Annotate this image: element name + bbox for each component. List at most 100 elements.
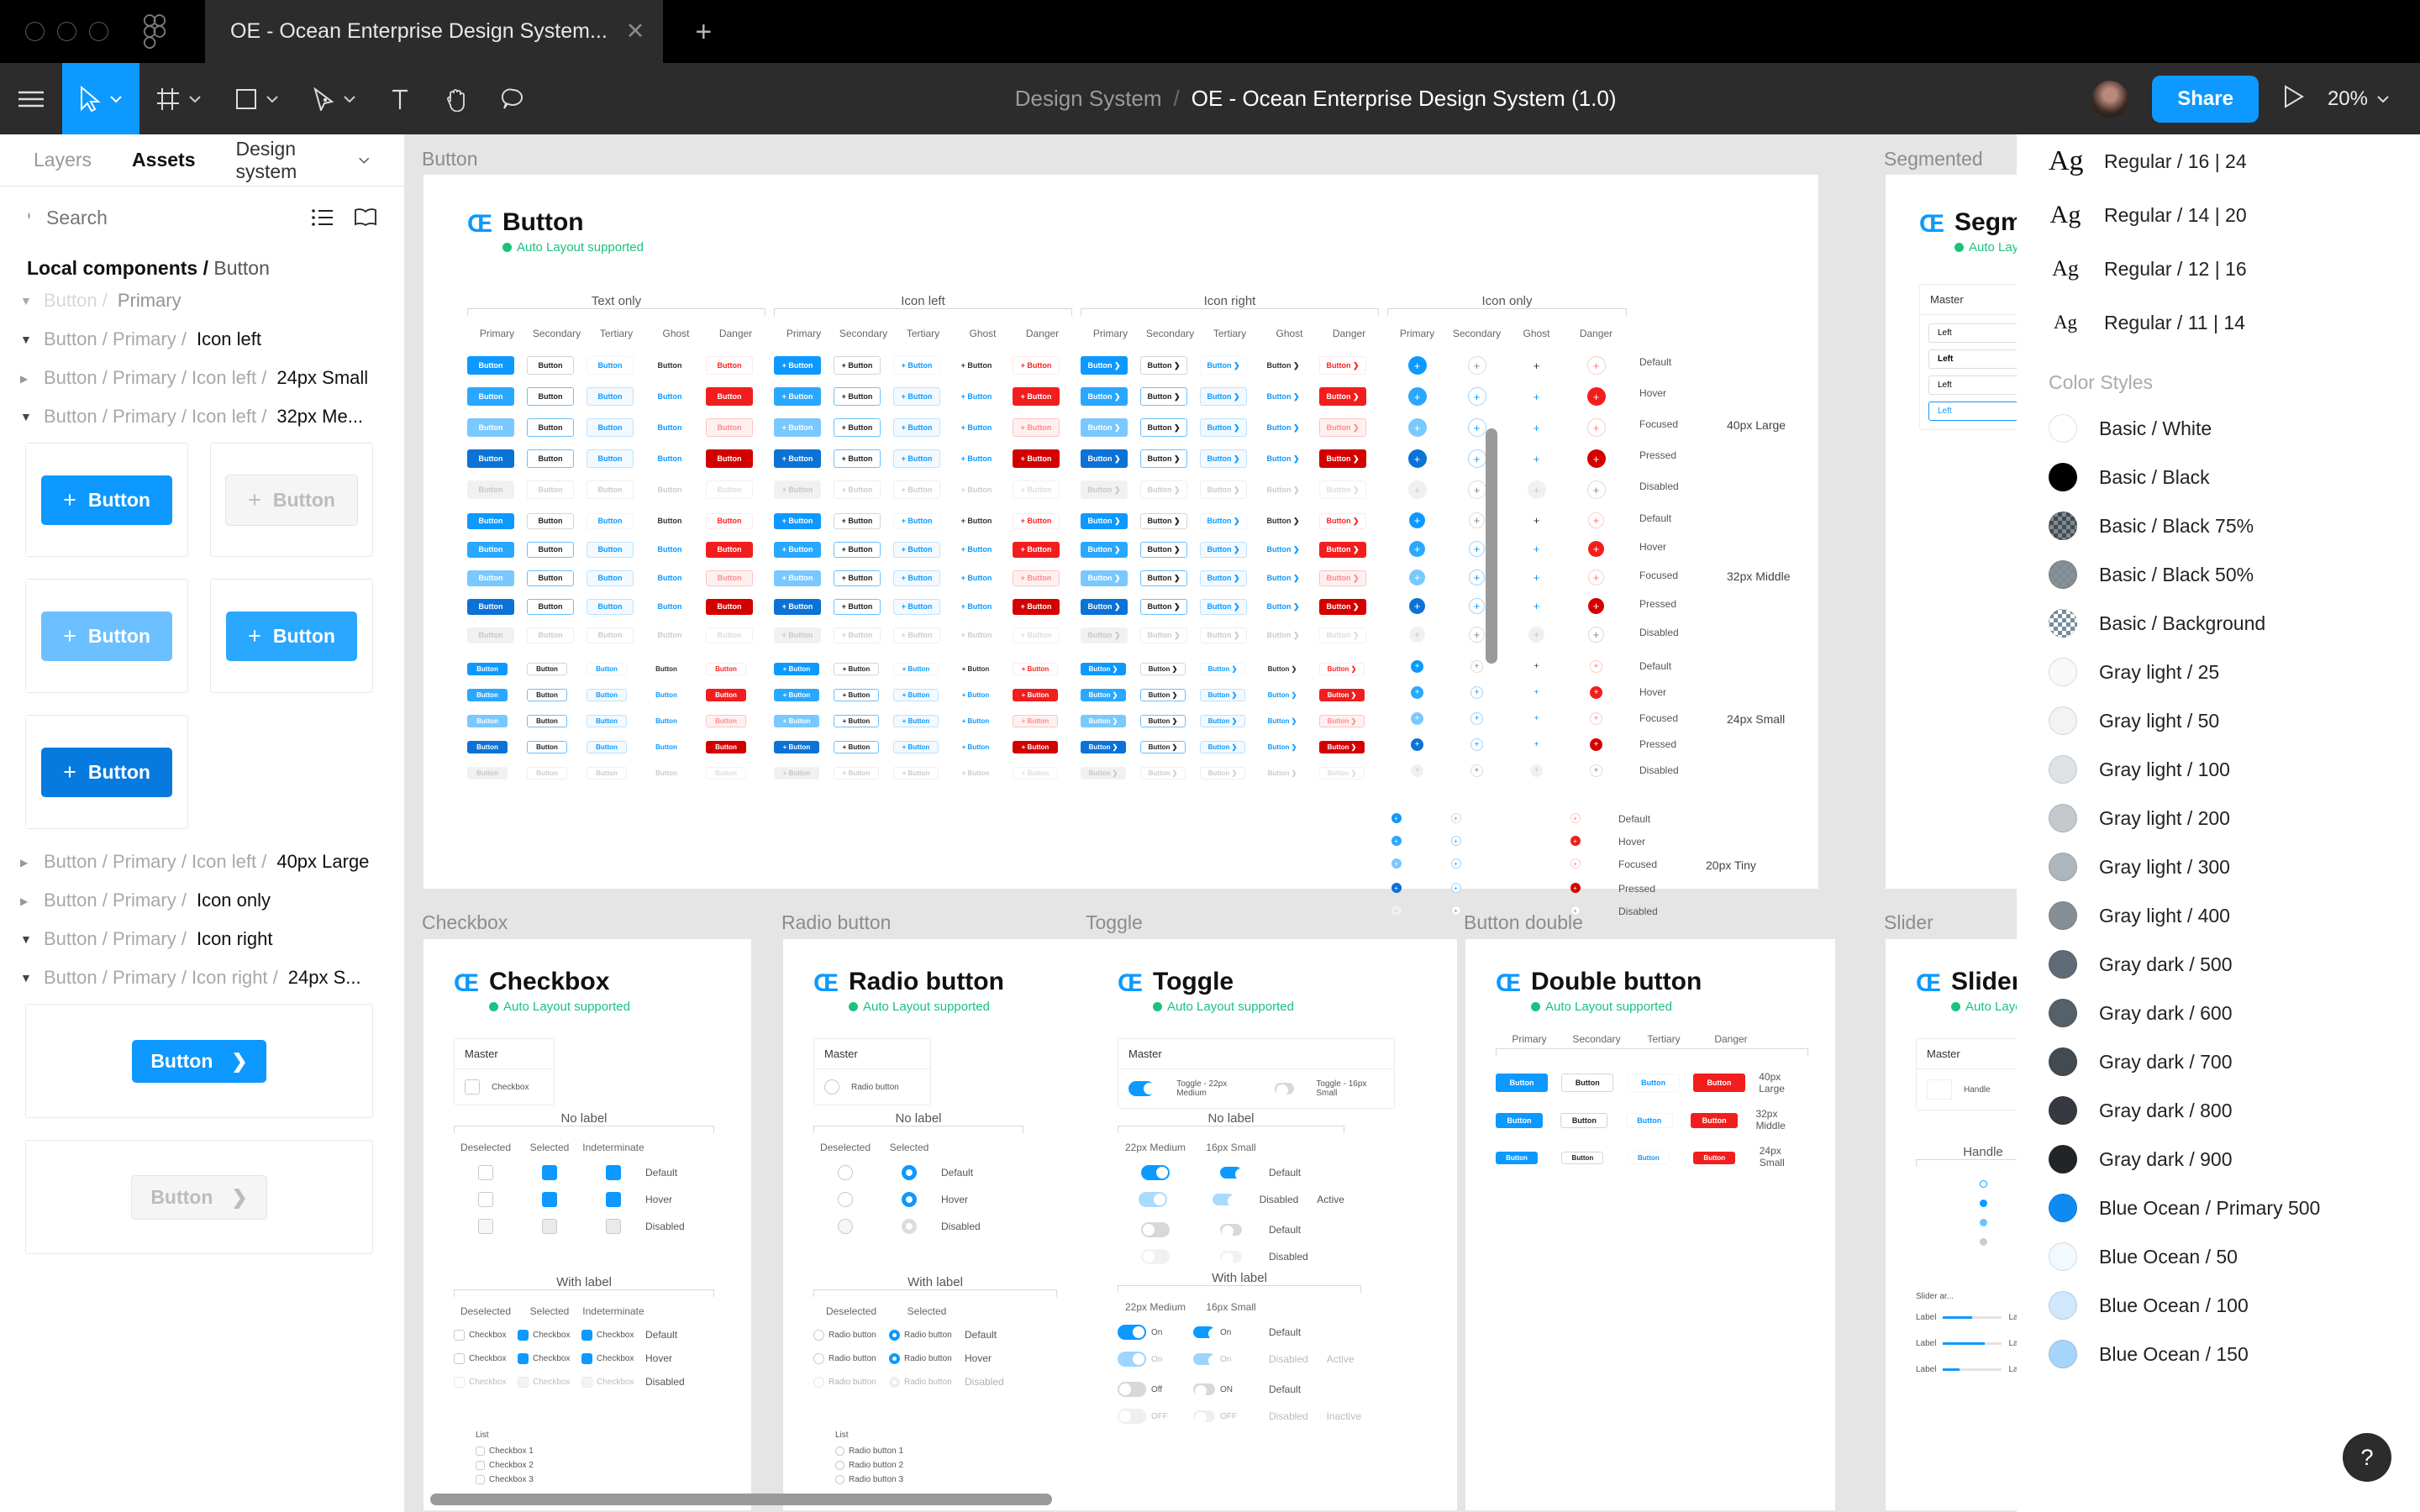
button-iconright-ghost-default[interactable]: Button ❯ xyxy=(1260,513,1307,529)
radio-selected-hover[interactable] xyxy=(902,1192,917,1207)
double-button-danger[interactable]: Button xyxy=(1691,1112,1739,1128)
color-style-row[interactable]: Basic / Black 75% xyxy=(2017,501,2420,550)
icon-button-ghost-hover[interactable]: + xyxy=(1530,686,1543,699)
page-title[interactable]: OE - Ocean Enterprise Design System (1.0… xyxy=(1192,86,1617,112)
checkbox-input[interactable] xyxy=(465,1079,480,1095)
color-style-row[interactable]: Blue Ocean / Primary 500 xyxy=(2017,1184,2420,1232)
icon-button-ghost-default[interactable]: + xyxy=(1528,512,1544,528)
icon-button-primary-default[interactable]: + xyxy=(1409,512,1425,528)
button-iconright-secondary-default[interactable]: Button ❯ xyxy=(1140,356,1187,375)
radio-input[interactable] xyxy=(889,1352,900,1364)
button-iconright-ghost-pressed[interactable]: Button ❯ xyxy=(1260,741,1305,753)
button-iconright-tertiary-hover[interactable]: Button ❯ xyxy=(1200,387,1247,406)
button-iconleft-danger-hover[interactable]: + Button xyxy=(1013,541,1060,558)
frame-label-checkbox[interactable]: Checkbox xyxy=(422,911,508,934)
icon-button-ghost-pressed[interactable]: + xyxy=(1528,449,1546,468)
icon-button-danger-pressed[interactable]: + xyxy=(1590,738,1602,751)
button-tertiary-focused[interactable]: Button xyxy=(587,418,634,437)
tree-row[interactable]: Button / Primary / Icon left / 32px Me..… xyxy=(0,397,404,436)
move-tool-button[interactable] xyxy=(62,63,139,134)
icon-button-ghost-pressed[interactable]: + xyxy=(1530,738,1543,751)
close-window-button[interactable] xyxy=(25,22,45,41)
button-iconleft-danger-default[interactable]: + Button xyxy=(1013,356,1060,375)
library-book-icon[interactable] xyxy=(354,207,377,228)
canvas-vertical-scrollbar[interactable] xyxy=(1486,428,1497,664)
color-style-row[interactable]: Basic / Black 50% xyxy=(2017,550,2420,599)
button-tertiary-default[interactable]: Button xyxy=(587,663,627,675)
button-secondary-pressed[interactable]: Button xyxy=(527,741,567,753)
button-iconleft-tertiary-focused[interactable]: + Button xyxy=(893,418,940,437)
breadcrumb-root[interactable]: Local components / xyxy=(27,257,208,279)
chevron-right-icon[interactable] xyxy=(20,855,34,869)
radio-input[interactable] xyxy=(813,1329,824,1341)
icon-button-secondary-focused[interactable]: + xyxy=(1450,858,1461,869)
radio-deselected-hover[interactable] xyxy=(838,1192,853,1207)
button-tertiary-focused[interactable]: Button xyxy=(587,570,634,586)
button-iconleft-ghost-focused[interactable]: + Button xyxy=(953,570,1000,586)
text-tool-button[interactable] xyxy=(373,63,427,134)
button-secondary-focused[interactable]: Button xyxy=(527,715,567,727)
frame-label-button-double[interactable]: Button double xyxy=(1464,911,1583,934)
button-iconleft-danger-hover[interactable]: + Button xyxy=(1013,387,1060,406)
checkbox-input[interactable] xyxy=(476,1446,485,1456)
checkbox-input[interactable] xyxy=(581,1329,592,1341)
button-iconleft-danger-pressed[interactable]: + Button xyxy=(1013,598,1060,615)
button-iconleft-secondary-default[interactable]: + Button xyxy=(834,512,881,529)
button-iconright-ghost-default[interactable]: Button ❯ xyxy=(1260,356,1307,375)
button-danger-default[interactable]: Button xyxy=(706,356,753,375)
slider-handle-preview[interactable] xyxy=(1927,1079,1952,1100)
button-ghost-default[interactable]: Button xyxy=(646,356,693,375)
icon-button-primary-hover[interactable]: + xyxy=(1391,836,1402,846)
button-secondary-hover[interactable]: Button xyxy=(527,387,574,406)
button-iconleft-tertiary-pressed[interactable]: + Button xyxy=(893,449,940,468)
radio-input[interactable] xyxy=(835,1475,844,1484)
button-iconleft-primary-default[interactable]: + Button xyxy=(774,663,819,675)
toggle-input[interactable] xyxy=(1118,1325,1146,1340)
chevron-down-icon[interactable] xyxy=(20,971,34,984)
slider-handle-focused[interactable] xyxy=(1979,1219,1987,1226)
radio-selected-default[interactable] xyxy=(902,1165,917,1180)
chevron-down-icon[interactable] xyxy=(20,333,34,346)
icon-button-secondary-focused[interactable]: + xyxy=(1469,570,1485,585)
button-iconright-primary-hover[interactable]: Button ❯ xyxy=(1081,542,1128,558)
color-style-row[interactable]: Gray dark / 500 xyxy=(2017,940,2420,989)
icon-button-secondary-focused[interactable]: + xyxy=(1467,418,1486,437)
icon-button-primary-pressed[interactable]: + xyxy=(1391,883,1402,893)
text-style-row[interactable]: Ag Regular / 11 | 14 xyxy=(2017,296,2420,349)
close-icon[interactable]: ✕ xyxy=(626,20,645,43)
asset-card[interactable]: + Button xyxy=(210,443,373,557)
checkbox-selected-hover[interactable] xyxy=(542,1192,557,1207)
icon-button-primary-pressed[interactable]: + xyxy=(1409,598,1425,614)
icon-button-danger-hover[interactable]: + xyxy=(1588,541,1604,557)
button-iconleft-ghost-hover[interactable]: + Button xyxy=(953,542,1000,558)
color-style-row[interactable]: Gray light / 100 xyxy=(2017,745,2420,794)
button-iconleft-tertiary-default[interactable]: + Button xyxy=(893,512,940,529)
chevron-down-icon[interactable] xyxy=(20,294,34,307)
button-secondary-focused[interactable]: Button xyxy=(527,570,574,586)
button-iconright-secondary-hover[interactable]: Button ❯ xyxy=(1140,387,1187,406)
icon-button-danger-focused[interactable]: + xyxy=(1586,418,1606,437)
button-danger-hover[interactable]: Button xyxy=(706,689,746,701)
checkbox-selected-default[interactable] xyxy=(542,1165,557,1180)
button-iconright-danger-hover[interactable]: Button ❯ xyxy=(1319,542,1366,558)
comment-tool-button[interactable] xyxy=(484,63,541,134)
button-iconleft-primary-hover[interactable]: + Button xyxy=(774,387,821,406)
button-iconleft-danger-pressed[interactable]: + Button xyxy=(1013,449,1060,468)
button-iconleft-danger-focused[interactable]: + Button xyxy=(1013,418,1060,437)
double-button-danger[interactable]: Button xyxy=(1692,1074,1745,1092)
frame-tool-button[interactable] xyxy=(139,63,218,134)
button-danger-hover[interactable]: Button xyxy=(706,541,753,558)
button-iconright-secondary-hover[interactable]: Button ❯ xyxy=(1140,689,1186,701)
checkbox-indeterminate-hover[interactable] xyxy=(606,1192,621,1207)
button-danger-focused[interactable]: Button xyxy=(706,715,746,727)
checkbox-input[interactable] xyxy=(581,1352,592,1364)
slider-handle-default[interactable] xyxy=(1979,1180,1987,1188)
button-secondary-default[interactable]: Button xyxy=(527,663,567,675)
button-iconleft-danger-focused[interactable]: + Button xyxy=(1013,570,1060,586)
icon-button-danger-hover[interactable]: + xyxy=(1590,686,1602,699)
double-button-primary[interactable]: Button xyxy=(1496,1074,1548,1092)
checkbox-deselected-default[interactable] xyxy=(478,1165,493,1180)
button-iconleft-secondary-focused[interactable]: + Button xyxy=(834,715,879,727)
button-ghost-focused[interactable]: Button xyxy=(646,570,693,586)
button-secondary-focused[interactable]: Button xyxy=(527,418,574,437)
